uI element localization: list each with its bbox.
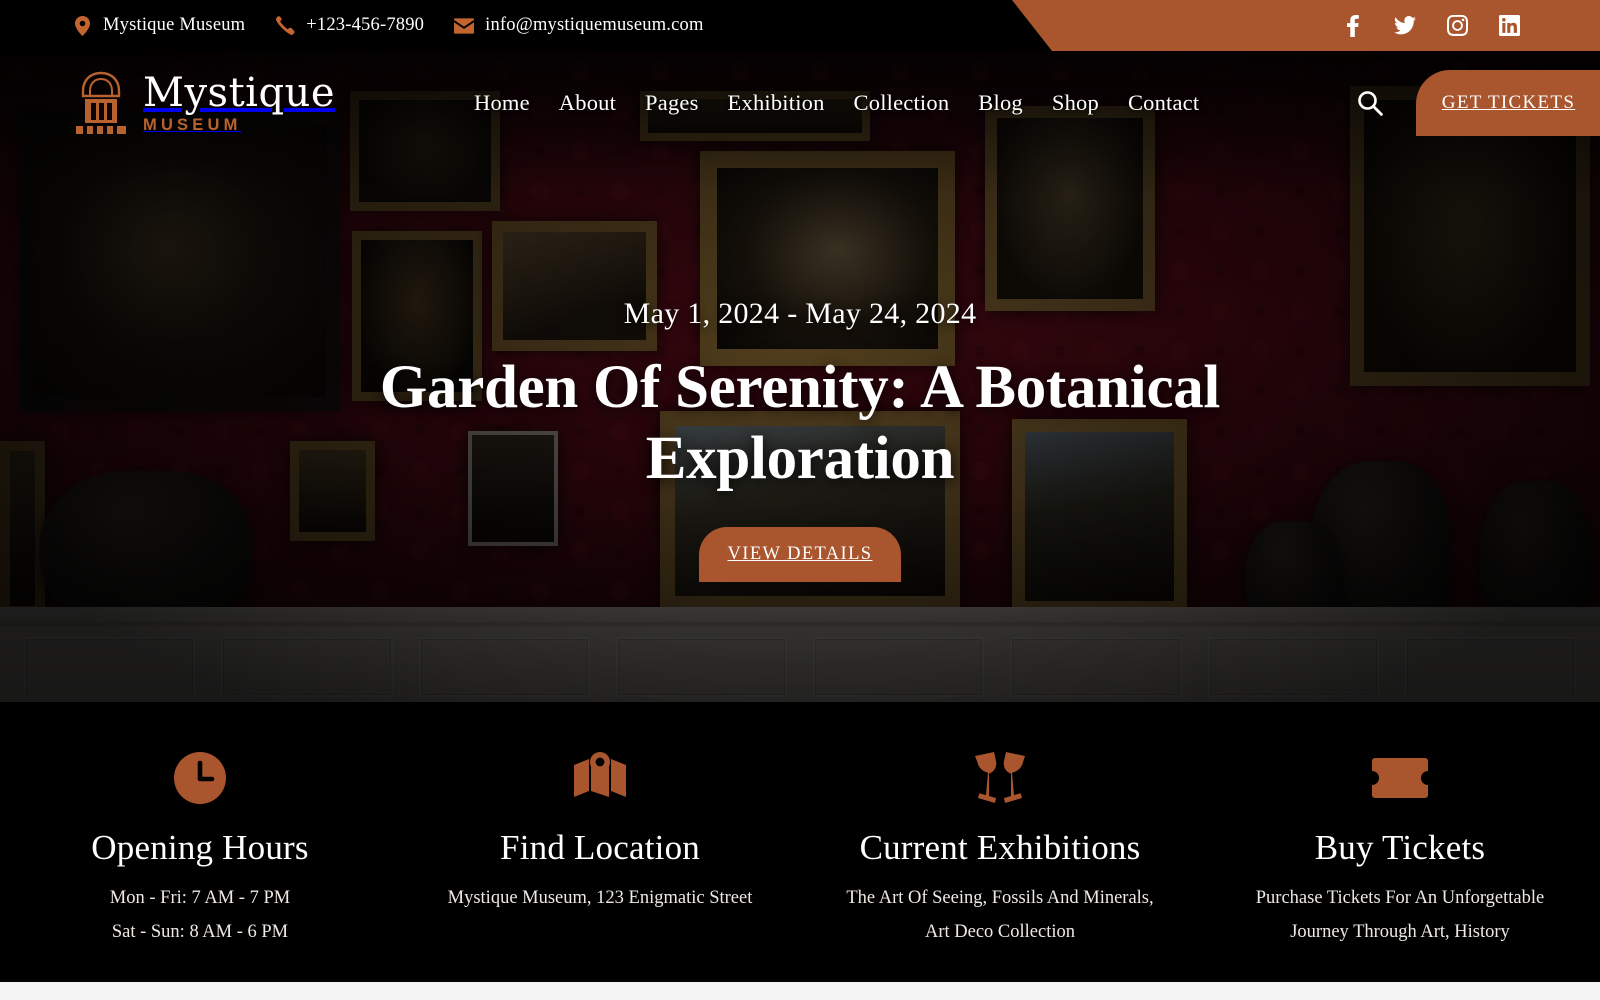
hero-title: Garden Of Serenity: A Botanical Explorat… <box>379 354 1221 492</box>
info-card-line: Mystique Museum, 123 Enigmatic Street <box>447 888 753 908</box>
info-cards-section: Opening Hours Mon - Fri: 7 AM - 7 PM Sat… <box>0 702 1600 982</box>
linkedin-icon[interactable] <box>1498 15 1520 37</box>
brand-logo[interactable]: Mystique MUSEUM <box>0 70 335 136</box>
contact-info-group: Mystique Museum +123-456-7890 info@mysti… <box>0 15 704 36</box>
hero-slider: Mystique MUSEUM Home About Pages Exhibit… <box>0 51 1600 702</box>
cheers-glasses-icon <box>972 752 1028 804</box>
contact-address[interactable]: Mystique Museum <box>72 15 245 36</box>
view-details-button[interactable]: VIEW DETAILS <box>699 526 901 582</box>
nav-item-exhibition[interactable]: Exhibition <box>728 90 825 116</box>
location-pin-icon <box>72 15 92 36</box>
navbar-actions: GET TICKETS <box>1355 70 1600 136</box>
get-tickets-button[interactable]: GET TICKETS <box>1416 70 1600 136</box>
contact-phone-label: +123-456-7890 <box>306 15 425 35</box>
contact-email[interactable]: info@mystiquemuseum.com <box>454 15 703 36</box>
museum-building-icon <box>72 70 130 136</box>
nav-item-about[interactable]: About <box>559 90 616 116</box>
info-card-current-exhibitions[interactable]: Current Exhibitions The Art Of Seeing, F… <box>800 752 1200 949</box>
nav-item-home[interactable]: Home <box>474 90 530 116</box>
hero-date-range: May 1, 2024 - May 24, 2024 <box>623 297 977 330</box>
contact-email-label: info@mystiquemuseum.com <box>485 15 704 35</box>
ticket-icon <box>1372 752 1428 804</box>
info-card-buy-tickets[interactable]: Buy Tickets Purchase Tickets For An Unfo… <box>1200 752 1600 949</box>
clock-icon <box>174 752 226 804</box>
main-navbar: Mystique MUSEUM Home About Pages Exhibit… <box>0 51 1600 155</box>
instagram-icon[interactable] <box>1446 15 1468 37</box>
brand-title: Mystique <box>143 69 335 116</box>
phone-icon <box>275 16 295 36</box>
nav-item-collection[interactable]: Collection <box>854 90 950 116</box>
brand-text: Mystique MUSEUM <box>143 73 335 134</box>
info-card-title: Current Exhibitions <box>859 828 1141 867</box>
twitter-icon[interactable] <box>1394 15 1416 37</box>
info-card-line: The Art Of Seeing, Fossils And Minerals,… <box>846 888 1154 942</box>
contact-address-label: Mystique Museum <box>103 15 246 35</box>
page-bottom-strip <box>0 982 1600 1000</box>
nav-item-contact[interactable]: Contact <box>1128 90 1199 116</box>
nav-item-pages[interactable]: Pages <box>645 90 699 116</box>
info-card-line: Mon - Fri: 7 AM - 7 PM <box>109 888 291 908</box>
nav-item-blog[interactable]: Blog <box>978 90 1023 116</box>
map-location-icon <box>573 752 627 804</box>
info-card-line: Purchase Tickets For An Unforgettable Jo… <box>1255 888 1545 942</box>
envelope-icon <box>454 16 475 36</box>
info-card-title: Buy Tickets <box>1314 828 1486 867</box>
contact-phone[interactable]: +123-456-7890 <box>275 15 424 36</box>
info-card-line: Sat - Sun: 8 AM - 6 PM <box>111 921 289 942</box>
info-card-title: Opening Hours <box>91 828 309 867</box>
social-links <box>1342 0 1520 51</box>
info-card-opening-hours[interactable]: Opening Hours Mon - Fri: 7 AM - 7 PM Sat… <box>0 752 400 949</box>
facebook-icon[interactable] <box>1342 14 1364 37</box>
top-contact-bar: Mystique Museum +123-456-7890 info@mysti… <box>0 0 1600 51</box>
search-icon[interactable] <box>1355 88 1385 118</box>
info-card-title: Find Location <box>500 828 700 867</box>
info-card-find-location[interactable]: Find Location Mystique Museum, 123 Enigm… <box>400 752 800 916</box>
brand-subtitle: MUSEUM <box>143 115 242 134</box>
primary-nav: Home About Pages Exhibition Collection B… <box>474 90 1199 116</box>
page-root: Mystique Museum +123-456-7890 info@mysti… <box>0 0 1600 1000</box>
nav-item-shop[interactable]: Shop <box>1052 90 1099 116</box>
